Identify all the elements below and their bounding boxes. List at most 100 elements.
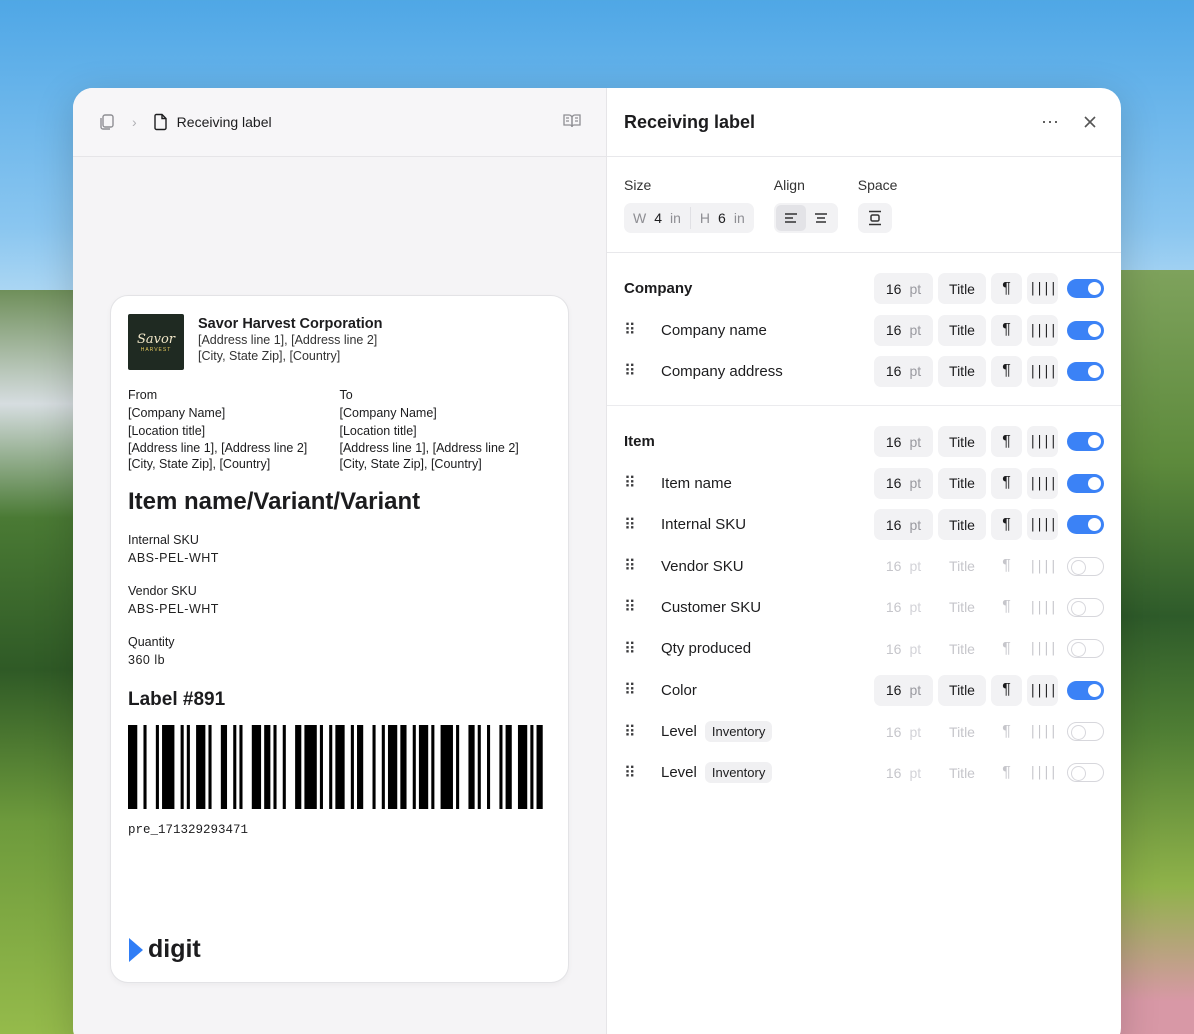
drag-handle-icon[interactable]: ⠿ (624, 361, 642, 381)
barcode-bar (273, 725, 277, 809)
font-size-input[interactable]: 16 pt (874, 273, 933, 305)
more-options-icon[interactable]: ⋯ (1036, 108, 1064, 136)
drag-handle-icon[interactable]: ⠿ (624, 556, 642, 576)
drag-handle-icon[interactable]: ⠿ (624, 473, 642, 493)
font-size-input[interactable]: 16 pt (874, 426, 933, 458)
paragraph-icon[interactable]: ¶ (991, 757, 1022, 788)
style-button[interactable]: Title (938, 633, 986, 664)
style-button[interactable]: Title (938, 551, 986, 582)
visibility-toggle[interactable] (1067, 556, 1104, 576)
align-center-icon[interactable] (806, 205, 836, 231)
barcode-icon[interactable]: |||| (1027, 467, 1058, 499)
style-button[interactable]: Title (938, 509, 986, 541)
space-toggle (857, 203, 892, 233)
drag-handle-icon[interactable]: ⠿ (624, 639, 642, 659)
drag-handle-icon[interactable]: ⠿ (624, 515, 642, 535)
barcode-icon[interactable]: |||| (1027, 314, 1058, 346)
field-controls: 16 pt Title ¶ |||| (874, 592, 1104, 623)
paragraph-icon[interactable]: ¶ (991, 509, 1022, 541)
drag-handle-icon[interactable]: ⠿ (624, 763, 642, 783)
style-button[interactable]: Title (938, 592, 986, 623)
style-button[interactable]: Title (938, 467, 986, 499)
barcode-icon[interactable]: |||| (1027, 633, 1058, 664)
paragraph-icon[interactable]: ¶ (991, 273, 1022, 305)
width-input[interactable]: W 4 in (624, 203, 690, 233)
style-button[interactable]: Title (938, 674, 986, 706)
close-icon[interactable] (1076, 108, 1104, 136)
visibility-toggle[interactable] (1067, 515, 1104, 535)
style-button[interactable]: Title (938, 355, 986, 387)
drag-handle-icon[interactable]: ⠿ (624, 320, 642, 340)
barcode-bar (456, 725, 460, 809)
drag-handle-icon[interactable]: ⠿ (624, 722, 642, 742)
align-left-icon[interactable] (775, 205, 806, 231)
font-size-unit: pt (909, 322, 922, 339)
visibility-toggle[interactable] (1067, 279, 1104, 299)
style-button[interactable]: Title (938, 273, 986, 305)
barcode-icon[interactable]: |||| (1027, 551, 1058, 582)
font-size-unit: pt (909, 640, 922, 657)
paragraph-icon[interactable]: ¶ (991, 633, 1022, 664)
font-size-input[interactable]: 16 pt (874, 551, 933, 582)
font-size-unit: pt (909, 558, 922, 575)
font-size-input[interactable]: 16 pt (874, 314, 933, 346)
copy-icon[interactable] (98, 113, 116, 131)
font-size-input[interactable]: 16 pt (874, 633, 933, 664)
visibility-toggle[interactable] (1067, 639, 1104, 659)
visibility-toggle[interactable] (1067, 597, 1104, 617)
barcode-icon[interactable]: |||| (1027, 716, 1058, 747)
style-button[interactable]: Title (938, 314, 986, 346)
drag-handle-icon[interactable]: ⠿ (624, 597, 642, 617)
barcode-icon[interactable]: |||| (1027, 757, 1058, 788)
barcode-icon[interactable]: |||| (1027, 426, 1058, 458)
paragraph-icon[interactable]: ¶ (991, 716, 1022, 747)
paragraph-icon[interactable]: ¶ (991, 551, 1022, 582)
visibility-toggle[interactable] (1067, 432, 1104, 452)
font-size-input[interactable]: 16 pt (874, 592, 933, 623)
field-name-text: Item (624, 433, 655, 451)
barcode-bar (387, 725, 398, 809)
height-input[interactable]: H 6 in (691, 203, 754, 233)
barcode-icon[interactable]: |||| (1027, 509, 1058, 541)
barcode-icon[interactable]: |||| (1027, 592, 1058, 623)
font-size-input[interactable]: 16 pt (874, 509, 933, 541)
breadcrumb-title[interactable]: Receiving label (177, 114, 272, 130)
font-size-input[interactable]: 16 pt (874, 716, 933, 747)
spacing-icon[interactable] (860, 205, 890, 231)
style-button[interactable]: Title (938, 757, 986, 788)
style-button[interactable]: Title (938, 716, 986, 747)
font-size-input[interactable]: 16 pt (874, 355, 933, 387)
paragraph-icon[interactable]: ¶ (991, 467, 1022, 499)
paragraph-icon[interactable]: ¶ (991, 674, 1022, 706)
paragraph-icon[interactable]: ¶ (991, 314, 1022, 346)
barcode-icon[interactable]: |||| (1027, 674, 1058, 706)
barcode-bar (431, 725, 435, 809)
font-size-input[interactable]: 16 pt (874, 674, 933, 706)
visibility-toggle[interactable] (1067, 361, 1104, 381)
field-name-text: Company (624, 280, 693, 298)
font-size-unit: pt (909, 475, 922, 492)
field-section: Item 16 pt Title ¶ |||| ⠿ Item name 16 pt Title ¶ ||… (607, 406, 1121, 794)
drag-handle-icon[interactable]: ⠿ (624, 680, 642, 700)
field-row: ⠿ Customer SKU 16 pt Title ¶ |||| (624, 587, 1104, 628)
visibility-toggle[interactable] (1067, 722, 1104, 742)
barcode (128, 725, 543, 809)
preview-header: › Receiving label (73, 88, 606, 157)
paragraph-icon[interactable]: ¶ (991, 355, 1022, 387)
visibility-toggle[interactable] (1067, 763, 1104, 783)
paragraph-icon[interactable]: ¶ (991, 426, 1022, 458)
barcode-bar (239, 725, 243, 809)
font-size-input[interactable]: 16 pt (874, 757, 933, 788)
company-block: Savor HARVEST Savor Harvest Corporation … (128, 314, 551, 370)
font-size-input[interactable]: 16 pt (874, 467, 933, 499)
visibility-toggle[interactable] (1067, 473, 1104, 493)
visibility-toggle[interactable] (1067, 320, 1104, 340)
barcode-bar (233, 725, 237, 809)
book-icon[interactable] (563, 113, 581, 134)
style-button[interactable]: Title (938, 426, 986, 458)
paragraph-icon[interactable]: ¶ (991, 592, 1022, 623)
barcode-icon[interactable]: |||| (1027, 355, 1058, 387)
font-size-value: 16 (885, 723, 902, 740)
barcode-icon[interactable]: |||| (1027, 273, 1058, 305)
visibility-toggle[interactable] (1067, 680, 1104, 700)
